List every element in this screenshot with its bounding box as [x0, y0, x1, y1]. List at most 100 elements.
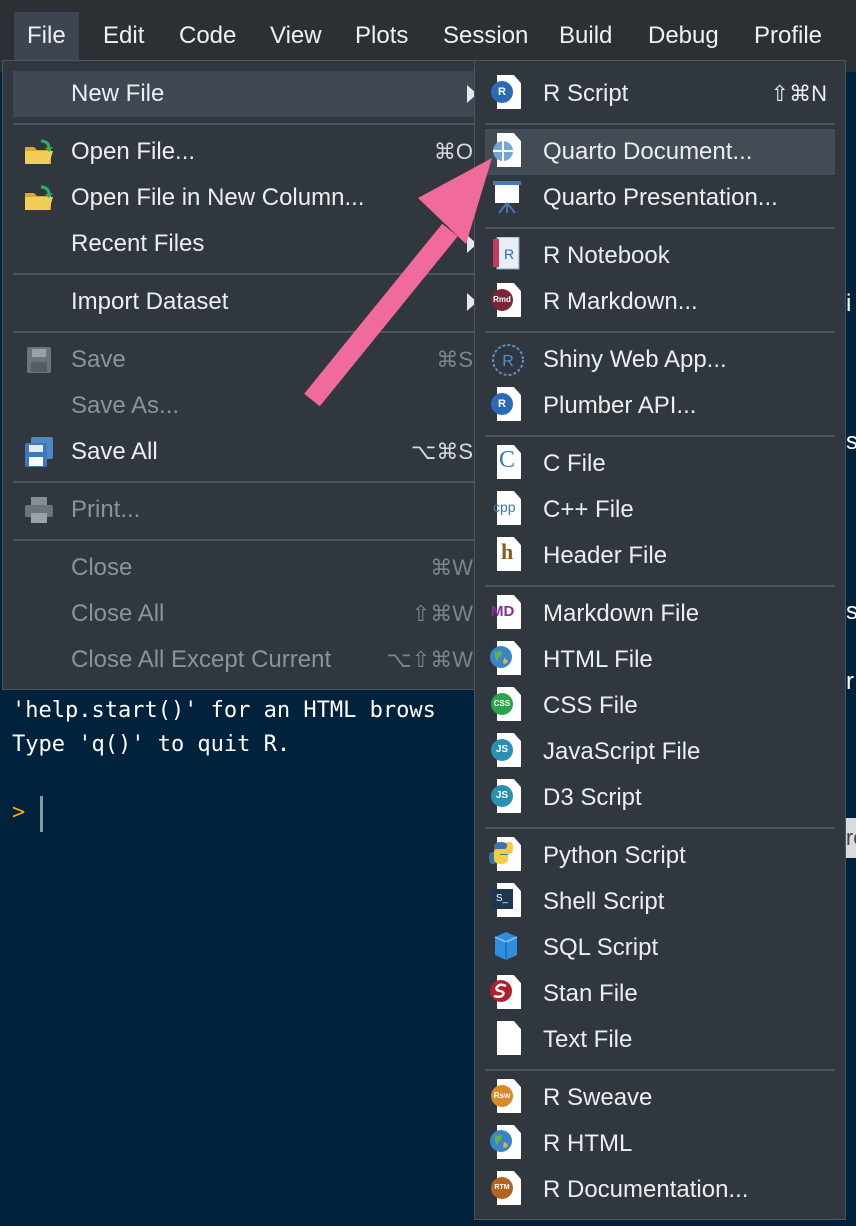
menu-item-header-file[interactable]: h Header File [485, 533, 835, 579]
background-text: s [846, 428, 856, 455]
menu-view[interactable]: View [257, 12, 335, 60]
notebook-icon: R [493, 237, 520, 270]
text-cursor [40, 796, 43, 832]
menu-item-c-file[interactable]: C C File [485, 441, 835, 487]
menu-separator [485, 227, 835, 229]
menu-item-stan-file[interactable]: Stan File [485, 971, 835, 1017]
menu-item-open-file-new-column[interactable]: Open File in New Column... [13, 175, 481, 221]
shell-icon: S_ [491, 889, 513, 909]
menu-item-open-file[interactable]: Open File... ⌘O [13, 129, 481, 175]
menu-item-sql-script[interactable]: SQL Script [485, 925, 835, 971]
menu-item-cpp-file[interactable]: cpp C++ File [485, 487, 835, 533]
sweave-icon: Rsw [491, 1085, 513, 1107]
open-folder-icon [25, 185, 53, 210]
css-icon: CSS [491, 693, 513, 715]
console-pane[interactable]: 'help.start()' for an HTML brows Type 'q… [0, 690, 480, 1226]
shortcut-label: ⌘S [436, 347, 473, 372]
menu-item-javascript-file[interactable]: JS JavaScript File [485, 729, 835, 775]
d3-icon: JS [491, 785, 513, 807]
plumber-icon: R [491, 393, 513, 415]
printer-icon [25, 497, 53, 523]
background-text: i [846, 290, 852, 317]
menu-item-css-file[interactable]: CSS CSS File [485, 683, 835, 729]
menu-separator [485, 123, 835, 125]
shortcut-label: ⇧⌘W [411, 601, 473, 626]
header-file-icon: h [501, 539, 514, 564]
globe-icon [490, 646, 512, 668]
menu-item-close[interactable]: Close ⌘W [13, 545, 481, 591]
shortcut-label: ⌘O [433, 139, 473, 164]
console-prompt: > [12, 800, 26, 825]
menu-item-recent-files[interactable]: Recent Files [13, 221, 481, 267]
shortcut-label: ⌥⌘S [410, 439, 473, 464]
menu-item-save-as[interactable]: Save As... [13, 383, 481, 429]
menu-item-r-notebook[interactable]: R R Notebook [485, 233, 835, 279]
shiny-icon: R [492, 344, 524, 376]
menu-item-markdown-file[interactable]: MD Markdown File [485, 591, 835, 637]
menu-item-text-file[interactable]: Text File [485, 1017, 835, 1063]
quarto-icon [493, 141, 513, 161]
menu-item-r-script[interactable]: R R Script ⇧⌘N [485, 71, 835, 117]
menu-item-plumber-api[interactable]: R Plumber API... [485, 383, 835, 429]
menu-item-r-sweave[interactable]: Rsw R Sweave [485, 1075, 835, 1121]
menu-item-r-documentation[interactable]: RTM R Documentation... [485, 1167, 835, 1213]
menu-item-quarto-document[interactable]: Quarto Document... [485, 129, 835, 175]
rd-icon: RTM [491, 1177, 513, 1199]
markdown-icon: MD [491, 603, 515, 620]
menu-item-r-markdown[interactable]: Rmd R Markdown... [485, 279, 835, 325]
shortcut-label: ⇧⌘N [770, 81, 827, 106]
menu-edit[interactable]: Edit [90, 12, 157, 60]
open-folder-icon [25, 139, 53, 164]
menu-separator [485, 1069, 835, 1071]
menu-separator [13, 539, 481, 541]
menu-item-python-script[interactable]: Python Script [485, 833, 835, 879]
menu-separator [13, 331, 481, 333]
menu-separator [13, 123, 481, 125]
menu-separator [13, 481, 481, 483]
shortcut-label: ⌘W [430, 555, 473, 580]
menu-debug[interactable]: Debug [635, 12, 732, 60]
menu-item-shiny-web-app[interactable]: R Shiny Web App... [485, 337, 835, 383]
menu-item-import-dataset[interactable]: Import Dataset [13, 279, 481, 325]
menu-item-html-file[interactable]: HTML File [485, 637, 835, 683]
rmarkdown-icon: Rmd [491, 289, 513, 311]
menu-item-r-html[interactable]: R HTML [485, 1121, 835, 1167]
svg-text:R: R [502, 353, 514, 370]
menu-separator [485, 435, 835, 437]
svg-text:R: R [504, 246, 514, 262]
file-menu: New File Open File... ⌘O Open File in Ne… [2, 60, 488, 690]
menu-profile[interactable]: Profile [741, 12, 835, 60]
menu-plots[interactable]: Plots [342, 12, 421, 60]
console-line: Type 'q()' to quit R. [12, 732, 291, 757]
shortcut-label: ⌥⇧⌘W [386, 647, 473, 672]
globe-icon [490, 1130, 512, 1152]
menu-file[interactable]: File [14, 12, 79, 60]
menu-item-d3-script[interactable]: JS D3 Script [485, 775, 835, 821]
menu-separator [485, 827, 835, 829]
menu-item-print[interactable]: Print... [13, 487, 481, 533]
c-file-icon: C [499, 447, 516, 473]
background-text: s [846, 598, 856, 625]
menu-item-close-all[interactable]: Close All ⇧⌘W [13, 591, 481, 637]
javascript-icon: JS [491, 739, 513, 761]
database-icon [494, 932, 518, 960]
save-all-icon [25, 437, 53, 467]
background-text: r [846, 668, 854, 695]
python-icon [489, 842, 513, 864]
menu-separator [485, 585, 835, 587]
menu-item-close-all-except-current[interactable]: Close All Except Current ⌥⇧⌘W [13, 637, 481, 683]
menu-separator [485, 331, 835, 333]
menu-code[interactable]: Code [166, 12, 249, 60]
menu-item-shell-script[interactable]: S_ Shell Script [485, 879, 835, 925]
stan-icon [490, 980, 512, 1002]
menu-item-quarto-presentation[interactable]: Quarto Presentation... [485, 175, 835, 221]
menu-item-save-all[interactable]: Save All ⌥⌘S [13, 429, 481, 475]
menu-separator [13, 273, 481, 275]
new-file-submenu: R R Script ⇧⌘N Quarto Document... Quarto… [474, 60, 846, 1220]
menu-item-save[interactable]: Save ⌘S [13, 337, 481, 383]
cpp-file-icon: cpp [493, 499, 516, 515]
menu-build[interactable]: Build [546, 12, 625, 60]
menu-item-new-file[interactable]: New File [13, 71, 481, 117]
save-icon [27, 347, 51, 373]
menu-session[interactable]: Session [430, 12, 541, 60]
